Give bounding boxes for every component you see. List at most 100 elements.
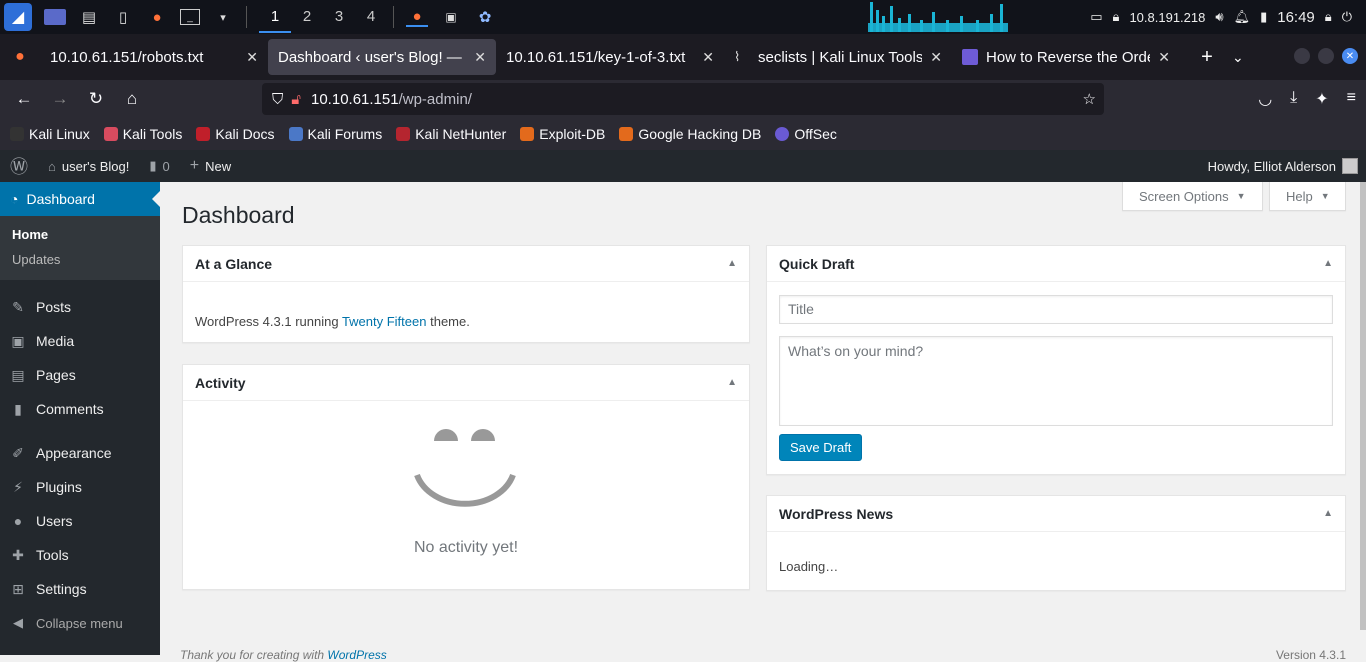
tab-title: seclists | Kali Linux Tools <box>758 48 923 66</box>
menu-tools[interactable]: ✚ Tools <box>0 538 160 572</box>
workspace-1[interactable]: 1 <box>259 2 291 33</box>
tab-seclists[interactable]: ⌇ seclists | Kali Linux Tools ✕ <box>724 39 952 75</box>
kali-forums-icon <box>288 127 303 141</box>
display-icon[interactable]: ▭ <box>1090 9 1102 25</box>
theme-link[interactable]: Twenty Fifteen <box>342 314 427 329</box>
menu-pages[interactable]: ▤ Pages <box>0 358 160 392</box>
widget-header[interactable]: Quick Draft ▲ <box>767 246 1345 282</box>
close-icon[interactable]: ✕ <box>930 49 942 66</box>
new-content-link[interactable]: + New <box>180 157 241 175</box>
account-menu[interactable]: Howdy, Elliot Alderson <box>1208 150 1358 182</box>
screen-options-button[interactable]: Screen Options ▼ <box>1122 182 1263 211</box>
power-icon[interactable]: ⏻ <box>1342 9 1352 25</box>
avatar <box>1342 158 1358 174</box>
workspace-4[interactable]: 4 <box>355 2 387 33</box>
firefox-window-icon[interactable]: ● <box>406 7 428 27</box>
tab-dashboard[interactable]: Dashboard ‹ user's Blog! — W ✕ <box>268 39 496 75</box>
bookmark-offsec[interactable]: OffSec <box>775 126 837 142</box>
battery-icon[interactable]: ▮ <box>1260 9 1267 25</box>
smiley-icon <box>414 429 516 507</box>
desktop-icon[interactable] <box>44 9 66 25</box>
menu-plugins[interactable]: ⚡︎ Plugins <box>0 470 160 504</box>
text-editor-icon[interactable]: ▯ <box>112 7 134 27</box>
close-icon[interactable]: ✕ <box>702 49 714 66</box>
comments-link[interactable]: ▮ 0 <box>139 158 179 174</box>
widget-header[interactable]: At a Glance ▲ <box>183 246 749 282</box>
close-icon[interactable]: ✕ <box>246 49 258 66</box>
menu-settings[interactable]: ⊞ Settings <box>0 572 160 606</box>
tab-robots[interactable]: 10.10.61.151/robots.txt ✕ <box>40 39 268 75</box>
bell-icon[interactable]: 🔔︎ <box>1234 9 1251 25</box>
bookmark-exploit-db[interactable]: Exploit-DB <box>520 126 605 142</box>
help-button[interactable]: Help ▼ <box>1269 182 1346 211</box>
minimize-icon[interactable] <box>1294 48 1310 64</box>
workspace-switcher[interactable]: 1 2 3 4 <box>259 2 387 33</box>
toggle-icon[interactable]: ▲ <box>1323 508 1333 519</box>
address-bar[interactable]: ⛉ 🔓︎ 10.10.61.151/wp-admin/ ☆ <box>262 83 1104 115</box>
menu-label: Users <box>36 513 73 529</box>
bookmark-kali-tools[interactable]: Kali Tools <box>103 126 182 142</box>
kali-menu-icon[interactable]: ◢ <box>4 3 32 31</box>
firefox-view-icon[interactable]: ● <box>0 48 40 66</box>
menu-users[interactable]: ● Users <box>0 504 160 538</box>
terminal-icon[interactable]: _ <box>180 9 200 25</box>
save-draft-button[interactable]: Save Draft <box>779 434 863 461</box>
maximize-icon[interactable] <box>1318 48 1334 64</box>
bookmark-ghdb[interactable]: Google Hacking DB <box>619 126 761 142</box>
toggle-icon[interactable]: ▲ <box>1323 258 1333 269</box>
lock-screen-icon[interactable]: 🔒︎ <box>1325 9 1332 25</box>
menu-media[interactable]: ▣ Media <box>0 324 160 358</box>
bookmark-star-icon[interactable]: ☆ <box>1083 90 1096 108</box>
workspace-2[interactable]: 2 <box>291 2 323 33</box>
bookmark-kali-docs[interactable]: Kali Docs <box>196 126 275 142</box>
home-icon[interactable]: ⌂ <box>114 89 150 109</box>
bookmark-kali-nethunter[interactable]: Kali NetHunter <box>396 126 506 142</box>
submenu-updates[interactable]: Updates <box>0 247 160 272</box>
site-name-link[interactable]: ⌂ user's Blog! <box>38 159 139 174</box>
draft-content-textarea[interactable]: What’s on your mind? <box>779 336 1333 426</box>
pocket-icon[interactable]: ◡ <box>1258 89 1272 109</box>
volume-icon[interactable]: 🔊︎ <box>1215 9 1223 25</box>
menu-dashboard[interactable]: ◔ Dashboard <box>0 182 160 216</box>
menu-posts[interactable]: ✎ Posts <box>0 290 160 324</box>
toggle-icon[interactable]: ▲ <box>727 258 737 269</box>
collapse-menu[interactable]: ◀ Collapse menu <box>0 606 160 640</box>
widget-header[interactable]: WordPress News ▲ <box>767 496 1345 532</box>
forward-icon[interactable]: → <box>42 89 78 109</box>
close-icon[interactable]: ✕ <box>474 49 486 66</box>
bookmark-kali-linux[interactable]: Kali Linux <box>10 126 90 142</box>
offsec-icon <box>775 127 790 141</box>
reload-icon[interactable]: ↻ <box>78 89 114 109</box>
terminal-window-icon[interactable]: ▣ <box>440 7 462 27</box>
menu-comments[interactable]: ▮ Comments <box>0 392 160 426</box>
widget-header[interactable]: Activity ▲ <box>183 365 749 401</box>
tab-key[interactable]: 10.10.61.151/key-1-of-3.txt ✕ <box>496 39 724 75</box>
insecure-lock-icon[interactable]: 🔓︎ <box>291 91 301 108</box>
downloads-icon[interactable]: ⤓ <box>1290 89 1297 109</box>
toggle-icon[interactable]: ▲ <box>727 377 737 388</box>
chevron-down-icon[interactable]: ▾ <box>212 7 234 27</box>
wp-logo-icon[interactable]: Ⓦ <box>0 153 38 179</box>
shield-icon[interactable]: ⛉ <box>272 91 283 108</box>
menu-appearance[interactable]: ✐ Appearance <box>0 436 160 470</box>
wordpress-link[interactable]: WordPress <box>327 648 386 662</box>
firefox-icon[interactable]: ● <box>146 7 168 27</box>
extensions-icon[interactable]: ✦ <box>1315 89 1328 109</box>
submenu-home[interactable]: Home <box>0 222 160 247</box>
clock[interactable]: 16:49 <box>1277 9 1315 26</box>
workspace-3[interactable]: 3 <box>323 2 355 33</box>
close-window-icon[interactable]: ✕ <box>1342 48 1358 64</box>
page-scrollbar[interactable] <box>1360 182 1366 630</box>
new-tab-icon[interactable]: + <box>1192 46 1222 69</box>
tab-title: 10.10.61.151/robots.txt <box>50 48 204 66</box>
tab-reverse[interactable]: How to Reverse the Order ✕ <box>952 39 1180 75</box>
app-window-icon[interactable]: ✿ <box>474 7 496 27</box>
list-tabs-icon[interactable]: ⌄ <box>1232 49 1244 66</box>
bookmark-kali-forums[interactable]: Kali Forums <box>288 126 382 142</box>
file-manager-icon[interactable]: ▤ <box>78 7 100 27</box>
system-taskbar: ◢ ▤ ▯ ● _ ▾ 1 2 3 4 ● ▣ ✿ ▭ 🔒︎ 10.8.191.… <box>0 0 1366 34</box>
close-icon[interactable]: ✕ <box>1158 49 1170 66</box>
draft-title-input[interactable]: Title <box>779 295 1333 324</box>
menu-icon[interactable]: ≡ <box>1347 89 1356 109</box>
back-icon[interactable]: ← <box>6 89 42 109</box>
